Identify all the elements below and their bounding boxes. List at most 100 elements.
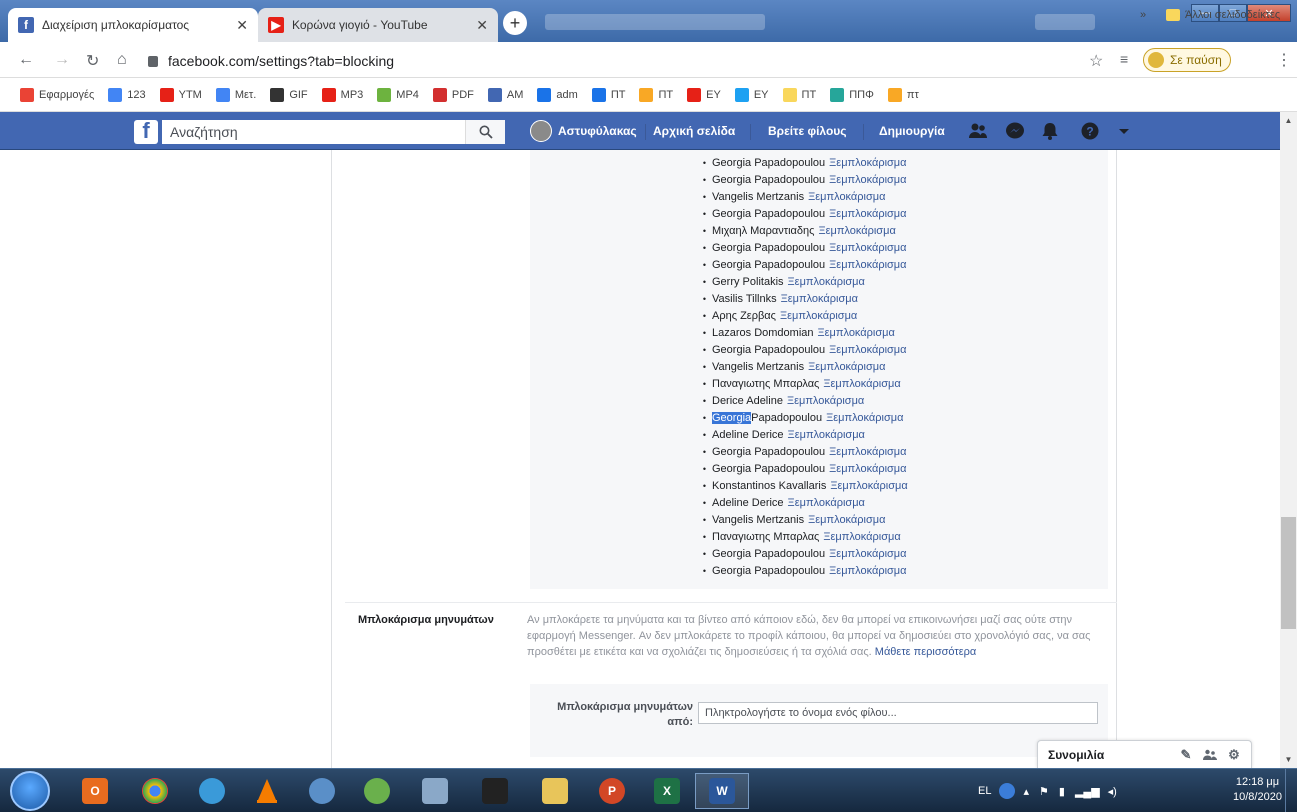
forward-icon[interactable]: → [54,51,70,69]
unblock-link[interactable]: Ξεμπλοκάρισμα [830,480,907,492]
unblock-link[interactable]: Ξεμπλοκάρισμα [829,565,906,577]
profile-link[interactable]: Αστυφύλακας [530,112,637,150]
help-icon[interactable]: ? [1080,122,1100,140]
learn-more-link[interactable]: Μάθετε περισσότερα [875,646,976,658]
bookmark-item[interactable]: ΕΥ [734,87,769,102]
battery-icon[interactable]: ▮ [1059,785,1065,798]
friend-requests-icon[interactable] [968,122,988,140]
reload-icon[interactable]: ↻ [86,51,99,71]
home-icon[interactable]: ⌂ [117,51,127,69]
taskbar-app-explorer[interactable] [528,773,582,809]
taskbar-app-powerpoint[interactable]: P [585,773,639,809]
taskbar-app-green[interactable] [350,773,404,809]
unblock-link[interactable]: Ξεμπλοκάρισμα [829,259,906,271]
close-icon[interactable]: ✕ [236,17,248,34]
bookmark-item[interactable]: PDF [432,87,474,102]
show-desktop-button[interactable] [1285,769,1297,812]
unblock-link[interactable]: Ξεμπλοκάρισμα [781,293,858,305]
taskbar-app-word[interactable]: W [695,773,749,809]
unblock-link[interactable]: Ξεμπλοκάρισμα [818,225,895,237]
search-input[interactable] [162,124,452,140]
chat-settings-gear-icon[interactable]: ⚙ [1225,747,1243,763]
messenger-icon[interactable] [1005,122,1025,140]
tab-blocking-settings[interactable]: f Διαχείριση μπλοκαρίσματος ✕ [8,8,258,42]
taskbar-app-excel[interactable]: X [640,773,694,809]
new-message-icon[interactable]: ✎ [1177,747,1195,763]
friend-name-input[interactable] [698,702,1098,724]
account-menu-chevron-icon[interactable] [1114,122,1134,140]
unblock-link[interactable]: Ξεμπλοκάρισμα [808,191,885,203]
nav-home[interactable]: Αρχική σελίδα [653,112,735,150]
new-tab-button[interactable]: + [503,11,527,35]
taskbar-app-media[interactable] [468,773,522,809]
taskbar-app-sync[interactable] [295,773,349,809]
start-button-icon[interactable] [10,771,50,811]
bookmark-item[interactable]: MP3 [321,87,363,102]
nav-find-friends[interactable]: Βρείτε φίλους [768,112,847,150]
scrollbar-thumb[interactable] [1281,517,1296,629]
bookmark-item[interactable]: ΠΤ [782,87,816,102]
bookmark-item[interactable]: πτ [887,87,919,102]
help-tray-icon[interactable] [999,783,1016,799]
unblock-link[interactable]: Ξεμπλοκάρισμα [818,327,895,339]
bookmark-item[interactable]: Εφαρμογές [20,87,94,102]
taskbar-app-outlook[interactable]: O [68,773,122,809]
bookmark-item[interactable]: Μετ. [215,87,256,102]
bookmark-item[interactable]: ΠΤ [591,87,625,102]
bookmark-star-icon[interactable]: ☆ [1089,51,1103,71]
signal-icon[interactable]: ▂▄▆ [1075,785,1100,798]
bookmark-item[interactable]: adm [537,87,578,102]
bookmark-item[interactable]: MP4 [377,87,419,102]
unblock-link[interactable]: Ξεμπλοκάρισμα [829,463,906,475]
bookmark-item[interactable]: AM [487,87,523,102]
other-bookmarks[interactable]: Άλλοι σελιδοδείκτες [1166,9,1280,21]
unblock-link[interactable]: Ξεμπλοκάρισμα [788,497,865,509]
unblock-link[interactable]: Ξεμπλοκάρισμα [826,412,903,424]
language-indicator[interactable]: EL [978,785,991,797]
bookmark-item[interactable]: 123 [108,87,146,102]
tray-flag-icon[interactable]: ⚑ [1039,785,1049,798]
taskbar-app-network[interactable] [185,773,239,809]
network-tray-icon[interactable]: ▴ [1023,785,1029,798]
search-button[interactable] [465,120,505,144]
bookmark-item[interactable]: ΠΠΦ [830,87,874,102]
url-field[interactable]: facebook.com/settings?tab=blocking [148,50,1078,72]
bookmark-item[interactable]: ΕΥ [687,87,721,102]
unblock-link[interactable]: Ξεμπλοκάρισμα [829,242,906,254]
profile-button[interactable]: Σε παύση [1143,48,1231,72]
tab-youtube[interactable]: ▶ Κορώνα γιογιό - YouTube ✕ [258,8,498,42]
group-chat-icon[interactable] [1201,747,1219,763]
unblock-link[interactable]: Ξεμπλοκάρισμα [829,174,906,186]
unblock-link[interactable]: Ξεμπλοκάρισμα [788,276,865,288]
unblock-link[interactable]: Ξεμπλοκάρισμα [829,344,906,356]
unblock-link[interactable]: Ξεμπλοκάρισμα [808,514,885,526]
bookmark-item[interactable]: ΠΤ [639,87,673,102]
unblock-link[interactable]: Ξεμπλοκάρισμα [829,208,906,220]
close-icon[interactable]: ✕ [476,17,488,34]
taskbar-app-calculator[interactable] [408,773,462,809]
taskbar-app-vlc[interactable] [240,773,294,809]
unblock-link[interactable]: Ξεμπλοκάρισμα [787,395,864,407]
bookmark-item[interactable]: YTM [159,87,202,102]
back-icon[interactable]: ← [18,51,34,69]
scroll-up-icon[interactable]: ▲ [1280,112,1297,129]
browser-menu-icon[interactable]: ⋮ [1276,50,1292,70]
unblock-link[interactable]: Ξεμπλοκάρισμα [780,310,857,322]
unblock-link[interactable]: Ξεμπλοκάρισμα [823,531,900,543]
facebook-logo-icon[interactable]: f [134,120,158,144]
unblock-link[interactable]: Ξεμπλοκάρισμα [829,157,906,169]
page-scrollbar[interactable] [1280,112,1297,768]
taskbar-app-chrome[interactable] [128,773,182,809]
unblock-link[interactable]: Ξεμπλοκάρισμα [823,378,900,390]
notifications-bell-icon[interactable] [1040,122,1060,140]
unblock-link[interactable]: Ξεμπλοκάρισμα [829,446,906,458]
scroll-down-icon[interactable]: ▼ [1280,751,1297,768]
nav-create[interactable]: Δημιουργία [879,112,945,150]
unblock-link[interactable]: Ξεμπλοκάρισμα [808,361,885,373]
taskbar-clock[interactable]: 12:18 μμ 10/8/2020 [1233,775,1282,805]
reading-list-icon[interactable]: ≡ [1120,51,1128,67]
chat-bar[interactable]: Συνομιλία ✎ ⚙ [1037,740,1252,768]
bookmark-item[interactable]: GIF [270,87,308,102]
bookmarks-overflow-icon[interactable]: » [1140,9,1146,21]
unblock-link[interactable]: Ξεμπλοκάρισμα [829,548,906,560]
